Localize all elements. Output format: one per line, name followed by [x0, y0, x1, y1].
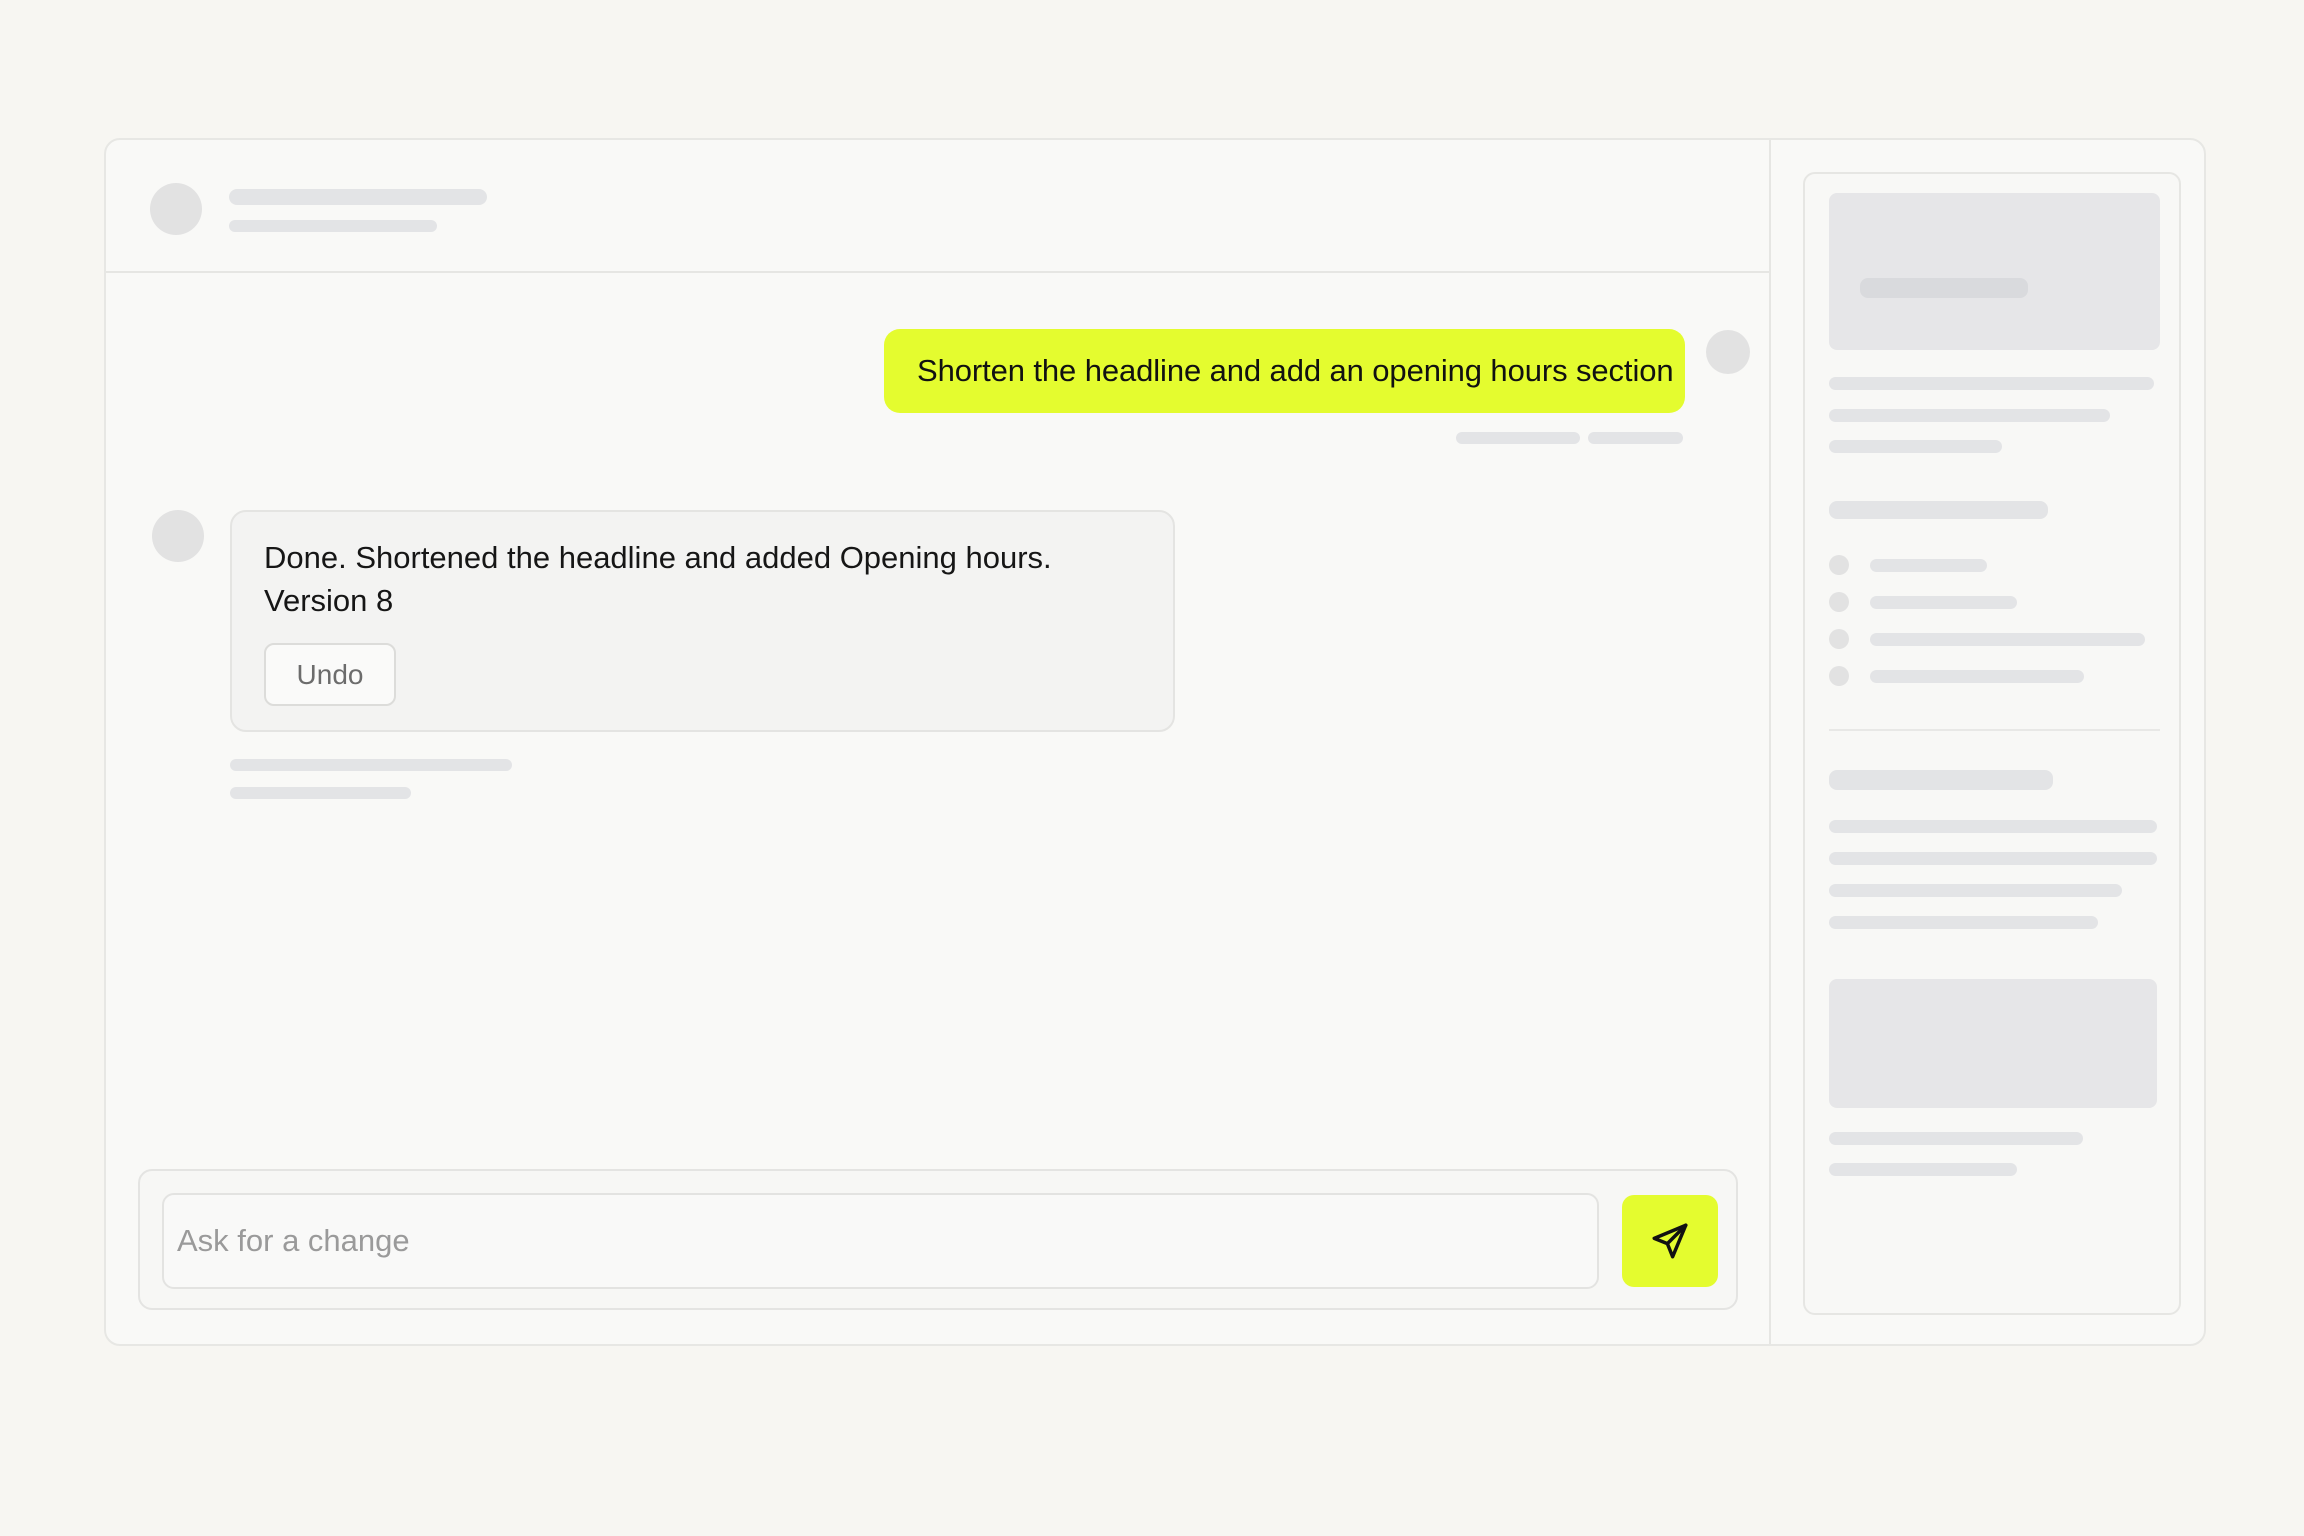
assistant-avatar: [152, 510, 204, 562]
preview-bullet: [1829, 592, 1849, 612]
preview-list-line: [1870, 596, 2017, 609]
user-message-meta-placeholder: [1456, 432, 1580, 444]
preview-hero-label-placeholder: [1860, 278, 2028, 298]
preview-list-line: [1870, 633, 2145, 646]
assistant-message-text: Done. Shortened the headline and added O…: [264, 536, 1052, 622]
user-avatar: [1706, 330, 1750, 374]
preview-caption-line: [1829, 1163, 2017, 1176]
preview-section-heading: [1829, 501, 2048, 519]
assistant-message-line: Done. Shortened the headline and added O…: [264, 540, 1052, 575]
preview-list-line: [1870, 559, 1987, 572]
assistant-meta-placeholder: [230, 759, 512, 771]
header-subtitle-placeholder: [229, 220, 437, 232]
assistant-message-bubble: Done. Shortened the headline and added O…: [230, 510, 1175, 732]
preview-text-line: [1829, 377, 2154, 390]
preview-bullet: [1829, 555, 1849, 575]
chat-panel: Shorten the headline and add an opening …: [106, 140, 1771, 1344]
assistant-meta-placeholder-2: [230, 787, 411, 799]
user-message-text: Shorten the headline and add an opening …: [917, 353, 1674, 388]
preview-text-line: [1829, 916, 2098, 929]
change-request-input[interactable]: [162, 1193, 1599, 1289]
app-window: Shorten the headline and add an opening …: [104, 138, 2206, 1346]
preview-caption-line: [1829, 1132, 2083, 1145]
preview-list-line: [1870, 670, 2084, 683]
assistant-version-label: Version 8: [264, 583, 394, 618]
preview-text-line: [1829, 884, 2122, 897]
preview-section-heading: [1829, 770, 2053, 790]
chat-header: [106, 140, 1769, 273]
preview-text-line: [1829, 820, 2157, 833]
preview-bullet: [1829, 666, 1849, 686]
preview-divider: [1829, 729, 2160, 731]
user-message-bubble: Shorten the headline and add an opening …: [884, 329, 1685, 413]
preview-sidebar: [1803, 172, 2181, 1315]
send-button[interactable]: [1622, 1195, 1718, 1287]
preview-hero-placeholder: [1829, 193, 2160, 350]
header-avatar: [150, 183, 202, 235]
preview-text-line: [1829, 852, 2157, 865]
user-message-time-placeholder: [1588, 432, 1683, 444]
composer: [138, 1169, 1738, 1310]
header-title-placeholder: [229, 189, 487, 205]
preview-text-line: [1829, 409, 2110, 422]
send-icon: [1652, 1223, 1688, 1259]
preview-image-placeholder: [1829, 979, 2157, 1108]
undo-button[interactable]: Undo: [264, 643, 396, 706]
preview-text-line: [1829, 440, 2002, 453]
preview-bullet: [1829, 629, 1849, 649]
